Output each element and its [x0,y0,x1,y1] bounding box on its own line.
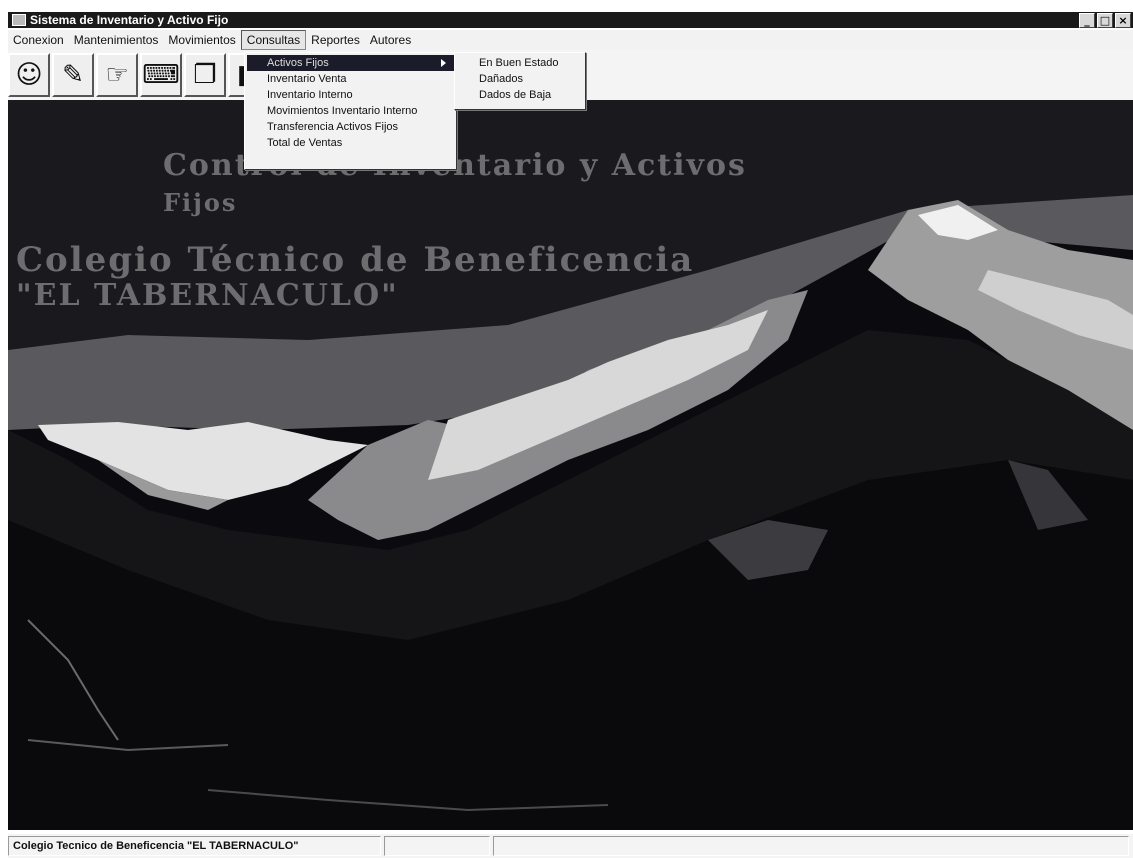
menu-item-label: Activos Fijos [267,57,329,69]
status-panel-3 [493,836,1129,856]
menu-item-dados-de-baja[interactable]: Dados de Baja [455,87,585,103]
menu-item-inventario-interno[interactable]: Inventario Interno [245,87,456,103]
main-background: Control de Inventario y Activos Fijos Co… [8,100,1133,830]
menu-bar: Conexion Mantenimientos Movimientos Cons… [8,30,1133,50]
background-title-line4: "EL TABERNACULO" [16,278,399,313]
menu-mantenimientos[interactable]: Mantenimientos [69,31,164,49]
computer-icon[interactable]: ⌨ [140,53,182,97]
status-panel-school: Colegio Tecnico de Beneficencia "EL TABE… [8,836,381,856]
menu-item-activos-fijos[interactable]: Activos Fijos [247,55,454,71]
consultas-dropdown: Activos Fijos Inventario Venta Inventari… [244,52,457,170]
menu-consultas[interactable]: Consultas [240,30,307,50]
maximize-button[interactable]: □ [1097,13,1113,28]
menu-item-transferencia-activos-fijos[interactable]: Transferencia Activos Fijos [245,119,456,135]
menu-reportes[interactable]: Reportes [306,31,365,49]
menu-item-movimientos-inventario-interno[interactable]: Movimientos Inventario Interno [245,103,456,119]
menu-movimientos[interactable]: Movimientos [163,31,240,49]
documents-icon[interactable]: ❐ [184,53,226,97]
menu-item-danados[interactable]: Dañados [455,71,585,87]
hand-icon[interactable]: ☞ [96,53,138,97]
close-button[interactable]: × [1115,13,1131,28]
activos-fijos-submenu: En Buen Estado Dañados Dados de Baja [454,52,586,110]
smiley-icon[interactable]: ☺ [8,53,50,97]
background-title-line2: Fijos [163,188,238,217]
minimize-button[interactable]: _ [1079,13,1095,28]
app-icon [12,14,26,26]
title-bar: Sistema de Inventario y Activo Fijo _ □ … [8,12,1133,28]
menu-item-en-buen-estado[interactable]: En Buen Estado [455,55,585,71]
menu-conexion[interactable]: Conexion [8,31,69,49]
submenu-arrow-icon [441,59,446,67]
window-title: Sistema de Inventario y Activo Fijo [30,13,229,27]
status-panel-2 [384,836,490,856]
menu-item-inventario-venta[interactable]: Inventario Venta [245,71,456,87]
edit-icon[interactable]: ✎ [52,53,94,97]
background-title-line3: Colegio Técnico de Beneficencia [16,240,695,280]
window-controls: _ □ × [1079,13,1131,28]
status-bar: Colegio Tecnico de Beneficencia "EL TABE… [8,834,1133,858]
menu-autores[interactable]: Autores [365,31,416,49]
menu-item-total-de-ventas[interactable]: Total de Ventas [245,135,456,151]
